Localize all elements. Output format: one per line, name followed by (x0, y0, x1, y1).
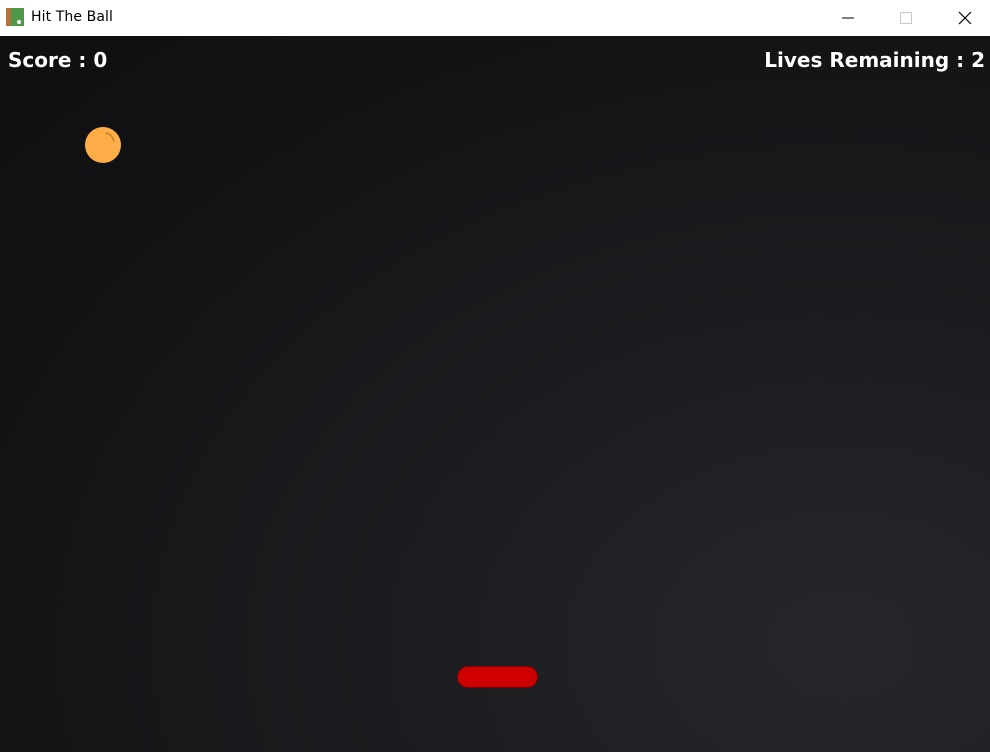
paddle[interactable] (457, 666, 538, 688)
score-label: Score : 0 (8, 48, 108, 72)
close-button[interactable] (942, 0, 988, 36)
game-canvas[interactable]: Score : 0 Lives Remaining : 2 (0, 36, 990, 752)
lives-remaining-label: Lives Remaining : 2 (764, 48, 985, 72)
maximize-button[interactable] (883, 0, 929, 36)
maximize-icon (900, 12, 912, 24)
minimize-button[interactable] (825, 0, 871, 36)
window-title: Hit The Ball (31, 9, 114, 25)
ball (85, 127, 121, 163)
close-icon (958, 11, 972, 25)
title-bar[interactable]: Hit The Ball (0, 0, 990, 36)
minimize-icon (842, 17, 854, 19)
game-window: Hit The Ball Score : 0 Lives Remaining :… (0, 0, 990, 752)
game-app-icon (6, 8, 24, 26)
